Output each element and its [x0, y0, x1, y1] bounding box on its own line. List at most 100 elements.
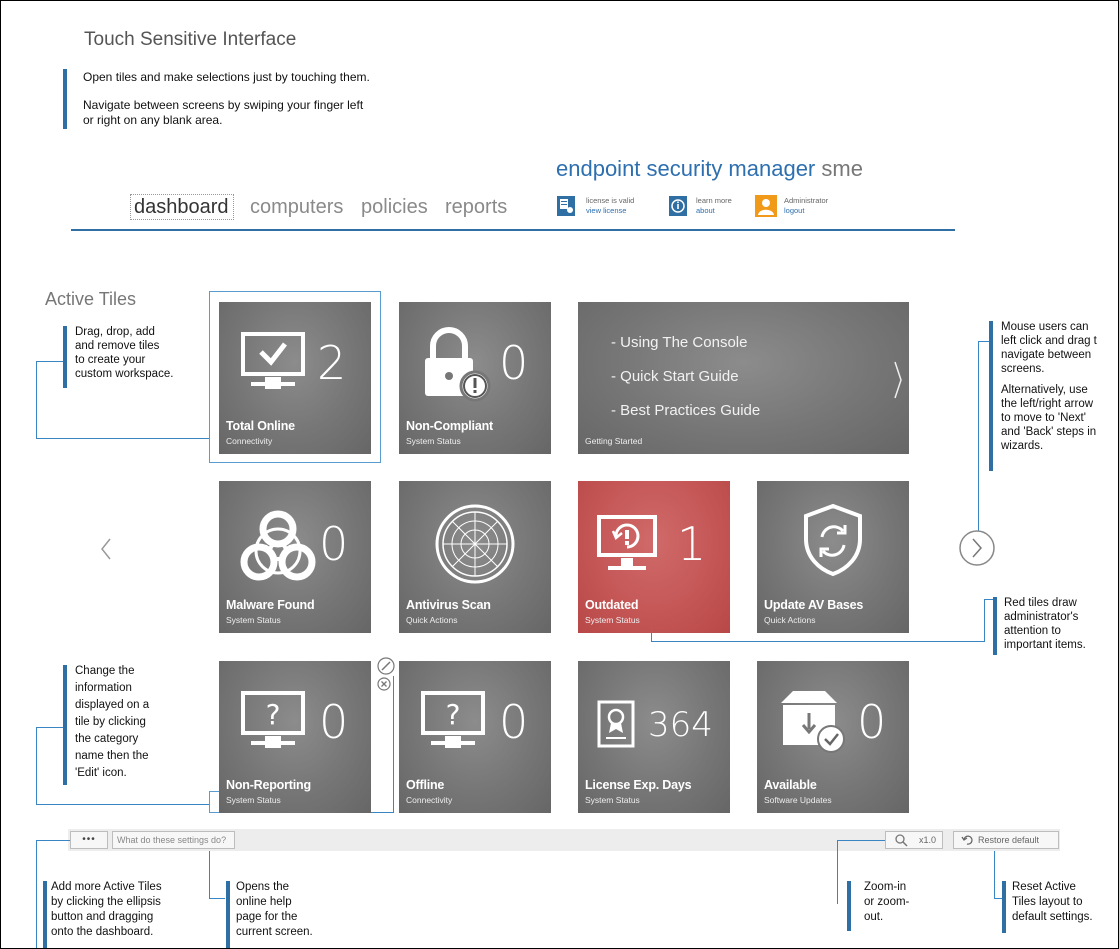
change-note-6: name then the — [75, 750, 149, 762]
tile-non-reporting-category[interactable]: System Status — [226, 795, 281, 805]
active-tiles-label: Active Tiles — [45, 289, 137, 309]
admin-top-text: Administrator — [784, 196, 829, 205]
tile-update-av-bases[interactable]: Update AV Bases Quick Actions — [757, 481, 909, 633]
nav-reports[interactable]: reports — [445, 196, 507, 219]
reset-note-3: default settings. — [1012, 911, 1093, 923]
mouse-connector-v — [978, 341, 979, 533]
tile-getting-started-category[interactable]: Getting Started — [585, 436, 642, 446]
change-note-5: the category — [75, 733, 139, 745]
tile-malware-found[interactable]: 0 Malware Found System Status — [219, 481, 371, 633]
touch-accent-bar — [63, 69, 67, 129]
tile-license-exp-days[interactable]: 364 License Exp. Days System Status — [578, 661, 730, 813]
tile-update-av-category[interactable]: Quick Actions — [764, 615, 816, 625]
tile-non-compliant-category[interactable]: System Status — [406, 436, 461, 446]
remove-tile-icon[interactable] — [377, 677, 391, 691]
tile-malware-count: 0 — [319, 517, 349, 571]
license-icon — [557, 196, 575, 216]
tile-available-count: 0 — [857, 695, 887, 749]
tile-offline-name: Offline — [406, 778, 445, 792]
tile-total-online-count: 2 — [317, 336, 347, 390]
tile-antivirus-category[interactable]: Quick Actions — [406, 615, 458, 625]
header-divider — [71, 229, 955, 231]
tile-malware-category[interactable]: System Status — [226, 615, 281, 625]
red-connector-v — [984, 599, 985, 642]
alt-note-4: and 'Back' steps in — [1001, 426, 1097, 438]
tile-outdated-count: 1 — [677, 517, 707, 571]
change-connector-v — [36, 727, 37, 805]
tile-total-online[interactable]: 2 Total Online Connectivity — [219, 302, 371, 454]
add-connector-h — [36, 840, 70, 841]
restore-default-button[interactable]: Restore default — [953, 831, 1059, 849]
tile-getting-started[interactable]: - Using The Console - Quick Start Guide … — [578, 302, 909, 454]
padlock-warning-icon — [425, 327, 491, 402]
nav-dashboard[interactable]: dashboard — [134, 196, 229, 219]
add-note-1: Add more Active Tiles — [51, 881, 162, 893]
monitor-question-icon: ? — [241, 691, 305, 748]
add-note-bar — [43, 881, 47, 948]
undo-icon — [961, 835, 973, 845]
license-bottom-text: view license — [586, 206, 627, 215]
touch-title: Touch Sensitive Interface — [84, 29, 297, 50]
red-note-bar — [993, 597, 997, 655]
zoom-note-1: Zoom-in — [864, 881, 907, 893]
tile-antivirus-scan[interactable]: Antivirus Scan Quick Actions — [399, 481, 551, 633]
tile-offline-count: 0 — [499, 695, 529, 749]
tile-outdated-category[interactable]: System Status — [585, 615, 640, 625]
tile-outdated[interactable]: 1 Outdated System Status — [578, 481, 730, 633]
getting-started-quickstart-link[interactable]: - Quick Start Guide — [611, 368, 739, 385]
tile-offline-category[interactable]: Connectivity — [406, 795, 452, 805]
admin-link[interactable]: Administrator logout — [755, 195, 855, 221]
zoom-note-2: or zoom- — [864, 896, 910, 908]
drag-connector-top — [36, 361, 63, 362]
change-note-4: tile by clicking — [75, 716, 146, 728]
about-link[interactable]: learn more about — [668, 195, 748, 221]
ellipsis-button[interactable]: ••• — [70, 831, 108, 849]
tile-license-exp-category[interactable]: System Status — [585, 795, 640, 805]
tile-license-exp-count: 364 — [648, 705, 713, 745]
tile-non-reporting-count: 0 — [319, 695, 349, 749]
change-connector-top — [36, 727, 63, 728]
chevron-right-icon[interactable] — [893, 360, 903, 400]
tile-available-category[interactable]: Software Updates — [764, 795, 832, 805]
help-note-bar — [226, 881, 230, 948]
previous-screen-arrow-icon[interactable] — [99, 537, 113, 561]
monitor-check-icon — [241, 332, 305, 389]
red-note-4: important items. — [1004, 639, 1086, 651]
help-connector-v — [209, 851, 210, 899]
tile-total-online-category[interactable]: Connectivity — [226, 436, 272, 446]
next-screen-arrow-icon[interactable] — [957, 528, 997, 568]
tile-offline[interactable]: ? 0 Offline Connectivity — [399, 661, 551, 813]
zoom-control[interactable]: x1.0 — [885, 831, 943, 849]
license-link[interactable]: license is valid view license — [556, 195, 651, 221]
brand-title: endpoint security manager sme — [556, 156, 863, 182]
alt-note-5: wizards. — [1001, 440, 1044, 452]
red-connector-up — [651, 627, 652, 642]
magnifier-icon — [895, 834, 908, 847]
biohazard-icon — [240, 510, 316, 581]
tile-non-compliant[interactable]: 0 Non-Compliant System Status — [399, 302, 551, 454]
tile-available-name: Available — [764, 778, 817, 792]
touch-line-2a: Navigate between screens by swiping your… — [83, 98, 364, 112]
zoom-note-bar — [847, 881, 851, 931]
nav-policies[interactable]: policies — [361, 196, 428, 219]
zoom-level: x1.0 — [919, 835, 937, 845]
red-note-2: administrator's — [1004, 611, 1079, 623]
tile-available-updates[interactable]: 0 Available Software Updates — [757, 661, 909, 813]
add-connector-v — [36, 840, 37, 948]
add-note-2: by clicking the ellipsis — [51, 896, 161, 908]
zoom-connector-v — [837, 840, 838, 904]
nav-computers[interactable]: computers — [250, 196, 343, 219]
tile-antivirus-name: Antivirus Scan — [406, 598, 491, 612]
getting-started-bestpractices-link[interactable]: - Best Practices Guide — [611, 402, 760, 419]
alt-note-3: to move to 'Next' — [1001, 412, 1086, 424]
tile-non-reporting[interactable]: ? 0 Non-Reporting System Status — [219, 661, 371, 813]
help-link[interactable]: What do these settings do? — [112, 831, 235, 849]
edit-icon[interactable] — [377, 657, 395, 675]
mouse-note-3: navigate between — [1001, 349, 1092, 361]
help-connector-h — [209, 898, 225, 899]
change-note-7: 'Edit' icon. — [75, 767, 127, 779]
reset-note-1: Reset Active — [1012, 881, 1076, 893]
drag-note-1: Drag, drop, add — [75, 326, 155, 338]
change-note-3: displayed on a — [75, 699, 150, 711]
getting-started-console-link[interactable]: - Using The Console — [611, 334, 747, 351]
